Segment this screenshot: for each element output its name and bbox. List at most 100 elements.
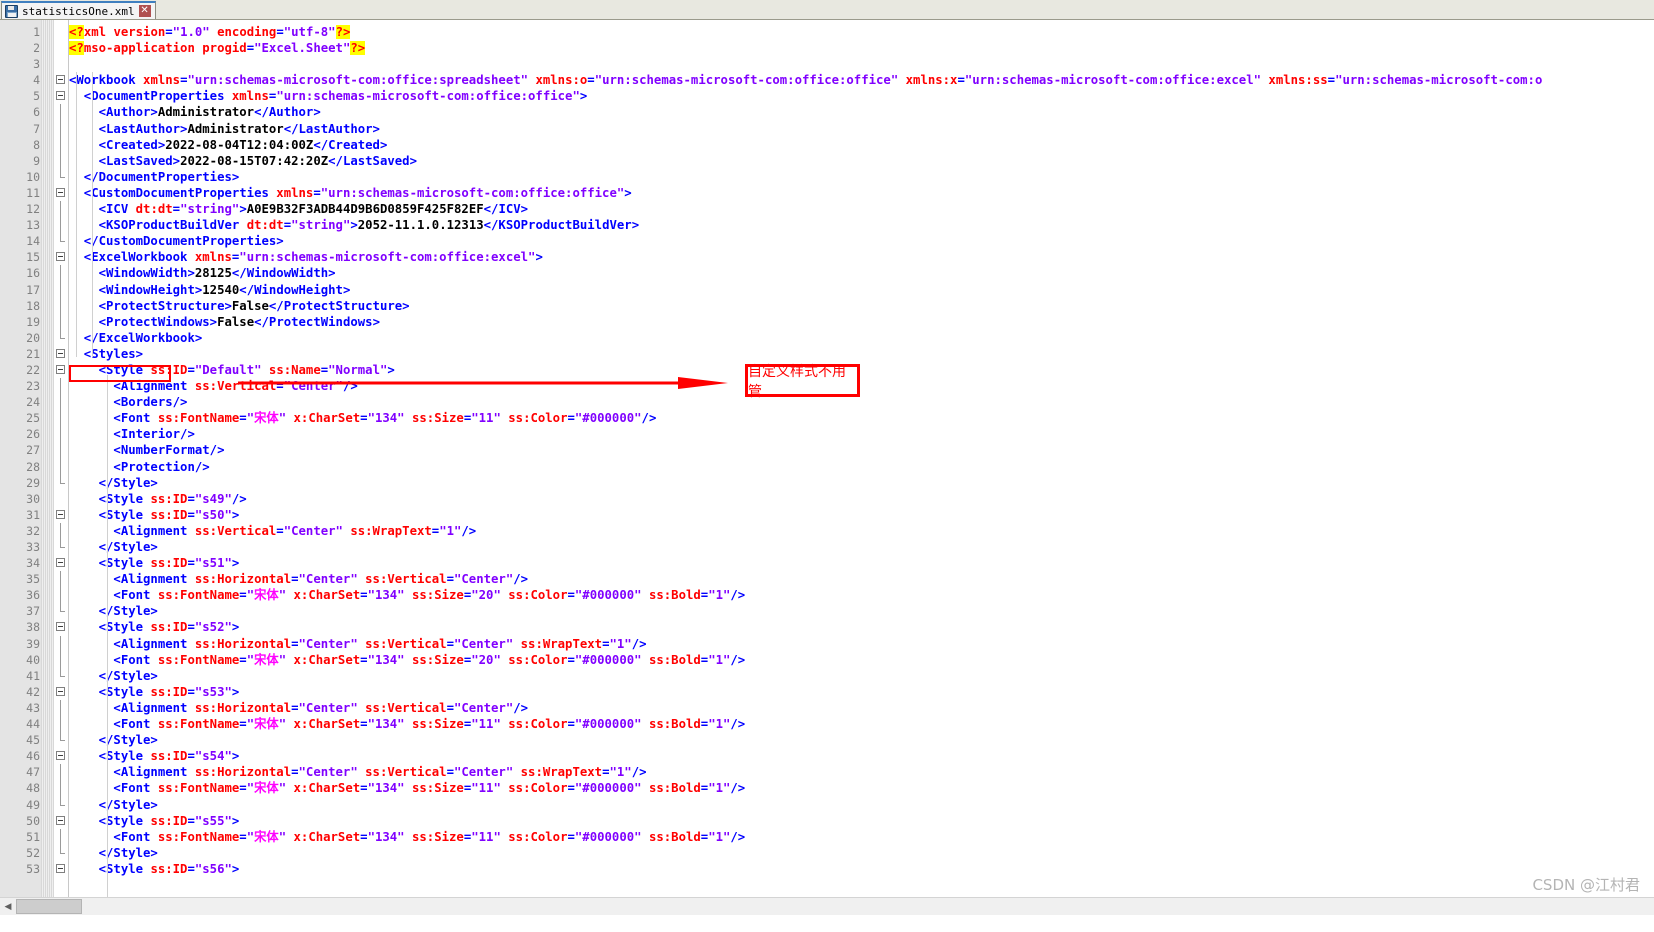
code-line[interactable]: </Style> xyxy=(69,475,1654,491)
code-line[interactable]: <Alignment ss:Vertical="Center" ss:WrapT… xyxy=(69,523,1654,539)
code-line[interactable]: </Style> xyxy=(69,845,1654,861)
fold-marker-cell[interactable] xyxy=(54,667,68,684)
fold-marker-cell[interactable] xyxy=(54,828,68,845)
fold-marker-cell[interactable] xyxy=(54,474,68,491)
horizontal-scrollbar[interactable]: ◀ xyxy=(0,897,1654,915)
code-text-area[interactable]: <?xml version="1.0" encoding="utf-8"?> <?… xyxy=(69,20,1654,915)
fold-marker-cell[interactable] xyxy=(54,458,68,475)
code-line[interactable]: <LastAuthor>Administrator</LastAuthor> xyxy=(69,121,1654,137)
fold-marker-cell[interactable] xyxy=(54,861,68,877)
code-line[interactable]: </Style> xyxy=(69,539,1654,555)
code-line[interactable]: <NumberFormat/> xyxy=(69,442,1654,458)
fold-marker-cell[interactable] xyxy=(54,217,68,234)
fold-marker-cell[interactable] xyxy=(54,587,68,604)
code-line[interactable]: </CustomDocumentProperties> xyxy=(69,233,1654,249)
code-line[interactable]: <Styles> xyxy=(69,346,1654,362)
code-line[interactable]: <CustomDocumentProperties xmlns="urn:sch… xyxy=(69,185,1654,201)
fold-collapse-icon[interactable] xyxy=(56,863,65,873)
code-line[interactable]: <Font ss:FontName="宋体" x:CharSet="134" s… xyxy=(69,410,1654,426)
fold-collapse-icon[interactable] xyxy=(56,622,65,632)
code-line[interactable]: <WindowWidth>28125</WindowWidth> xyxy=(69,265,1654,281)
code-line[interactable]: <Style ss:ID="s49"/> xyxy=(69,491,1654,507)
code-line[interactable]: <ProtectStructure>False</ProtectStructur… xyxy=(69,298,1654,314)
code-line[interactable]: <Style ss:ID="Default" ss:Name="Normal"> xyxy=(69,362,1654,378)
fold-marker-cell[interactable] xyxy=(54,764,68,781)
fold-marker-cell[interactable] xyxy=(54,684,68,700)
fold-marker-cell[interactable] xyxy=(54,346,68,362)
code-line[interactable]: <LastSaved>2022-08-15T07:42:20Z</LastSav… xyxy=(69,153,1654,169)
fold-collapse-icon[interactable] xyxy=(56,509,65,519)
code-line[interactable]: <ExcelWorkbook xmlns="urn:schemas-micros… xyxy=(69,249,1654,265)
editor-tab-statisticsone-xml[interactable]: statisticsOne.xml ✕ xyxy=(1,1,156,19)
fold-marker-cell[interactable] xyxy=(54,844,68,861)
fold-collapse-icon[interactable] xyxy=(56,815,65,825)
fold-marker-cell[interactable] xyxy=(54,168,68,185)
code-line[interactable]: <Alignment ss:Horizontal="Center" ss:Ver… xyxy=(69,636,1654,652)
fold-collapse-icon[interactable] xyxy=(56,364,65,374)
fold-marker-cell[interactable] xyxy=(54,329,68,346)
code-line[interactable]: <Style ss:ID="s51"> xyxy=(69,555,1654,571)
code-line[interactable]: <Style ss:ID="s53"> xyxy=(69,684,1654,700)
fold-marker-cell[interactable] xyxy=(54,56,68,72)
code-line[interactable]: <KSOProductBuildVer dt:dt="string">2052-… xyxy=(69,217,1654,233)
fold-marker-cell[interactable] xyxy=(54,185,68,201)
fold-marker-cell[interactable] xyxy=(54,555,68,571)
fold-marker-cell[interactable] xyxy=(54,780,68,797)
fold-marker-cell[interactable] xyxy=(54,378,68,395)
fold-marker-cell[interactable] xyxy=(54,24,68,40)
fold-marker-cell[interactable] xyxy=(54,40,68,56)
code-line[interactable]: <Protection/> xyxy=(69,459,1654,475)
code-line[interactable]: <Workbook xmlns="urn:schemas-microsoft-c… xyxy=(69,72,1654,88)
fold-collapse-icon[interactable] xyxy=(56,348,65,358)
code-line[interactable]: <Style ss:ID="s54"> xyxy=(69,748,1654,764)
fold-marker-cell[interactable] xyxy=(54,748,68,764)
fold-marker-cell[interactable] xyxy=(54,603,68,619)
fold-marker-cell[interactable] xyxy=(54,410,68,427)
fold-marker-cell[interactable] xyxy=(54,651,68,668)
code-line[interactable]: <Interior/> xyxy=(69,426,1654,442)
triangle-left-icon[interactable]: ◀ xyxy=(0,899,16,915)
fold-marker-cell[interactable] xyxy=(54,507,68,523)
code-line[interactable]: <Style ss:ID="s52"> xyxy=(69,619,1654,635)
fold-marker-cell[interactable] xyxy=(54,426,68,443)
fold-marker-cell[interactable] xyxy=(54,362,68,378)
code-line[interactable]: </Style> xyxy=(69,603,1654,619)
fold-collapse-icon[interactable] xyxy=(56,751,65,761)
code-line[interactable]: <Alignment ss:Horizontal="Center" ss:Ver… xyxy=(69,571,1654,587)
fold-marker-cell[interactable] xyxy=(54,732,68,748)
code-line[interactable]: </DocumentProperties> xyxy=(69,169,1654,185)
fold-marker-cell[interactable] xyxy=(54,136,68,153)
fold-marker-cell[interactable] xyxy=(54,120,68,137)
horizontal-scrollbar-thumb[interactable] xyxy=(16,899,82,914)
code-line[interactable]: <Font ss:FontName="宋体" x:CharSet="134" s… xyxy=(69,587,1654,603)
close-x-icon[interactable]: ✕ xyxy=(138,5,151,17)
fold-marker-cell[interactable] xyxy=(54,539,68,555)
fold-marker-cell[interactable] xyxy=(54,313,68,330)
fold-marker-cell[interactable] xyxy=(54,394,68,411)
code-line[interactable]: <Style ss:ID="s56"> xyxy=(69,861,1654,877)
fold-marker-cell[interactable] xyxy=(54,297,68,314)
fold-collapse-icon[interactable] xyxy=(56,686,65,696)
fold-collapse-icon[interactable] xyxy=(56,558,65,568)
fold-collapse-icon[interactable] xyxy=(56,75,65,85)
fold-marker-cell[interactable] xyxy=(54,281,68,298)
fold-marker-cell[interactable] xyxy=(54,72,68,88)
fold-marker-cell[interactable] xyxy=(54,104,68,121)
fold-marker-cell[interactable] xyxy=(54,813,68,829)
code-line[interactable]: <Font ss:FontName="宋体" x:CharSet="134" s… xyxy=(69,829,1654,845)
fold-marker-cell[interactable] xyxy=(54,716,68,733)
code-line[interactable]: </ExcelWorkbook> xyxy=(69,330,1654,346)
fold-marker-cell[interactable] xyxy=(54,796,68,813)
fold-marker-cell[interactable] xyxy=(54,522,68,539)
code-line[interactable]: <Style ss:ID="s50"> xyxy=(69,507,1654,523)
code-line[interactable]: <Font ss:FontName="宋体" x:CharSet="134" s… xyxy=(69,716,1654,732)
code-editor[interactable]: 1 2 3 4 5 6 7 8 9 10 11 12 13 14 15 16 17 18 19 20 21 22 23 24 2… xyxy=(0,20,1654,915)
fold-marker-cell[interactable] xyxy=(54,152,68,169)
fold-marker-cell[interactable] xyxy=(54,635,68,652)
code-line[interactable]: <Alignment ss:Horizontal="Center" ss:Ver… xyxy=(69,700,1654,716)
fold-marker-cell[interactable] xyxy=(54,201,68,218)
fold-marker-cell[interactable] xyxy=(54,442,68,459)
code-line[interactable]: <ProtectWindows>False</ProtectWindows> xyxy=(69,314,1654,330)
code-line[interactable]: </Style> xyxy=(69,732,1654,748)
code-line[interactable]: <?mso-application progid="Excel.Sheet"?> xyxy=(69,40,1654,56)
